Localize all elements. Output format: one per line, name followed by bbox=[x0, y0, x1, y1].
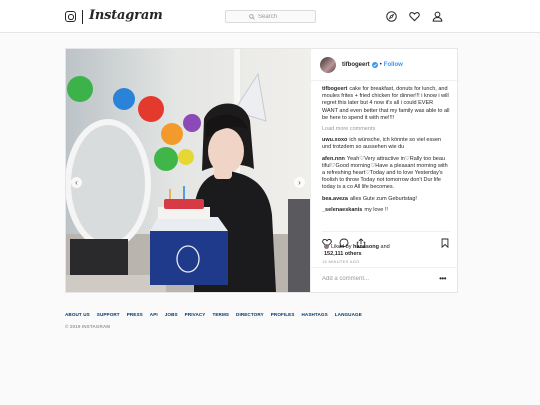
next-photo-arrow[interactable]: › bbox=[294, 177, 305, 188]
footer-link-hashtags[interactable]: HASHTAGS bbox=[302, 312, 328, 317]
birthday-photo-image bbox=[66, 49, 310, 292]
search-box[interactable] bbox=[225, 10, 316, 23]
comment-username[interactable]: bea.aveza bbox=[322, 196, 348, 202]
list-item: _selenaeskanis my love !! bbox=[322, 207, 450, 213]
caption: tifbogeert cake for breakfast, donuts for… bbox=[322, 86, 450, 122]
list-item: uwu.xoxo ich wünsche, ich könnte so viel … bbox=[322, 137, 450, 151]
caption-username[interactable]: tifbogeert bbox=[322, 86, 347, 92]
post-card: ‹ › tifbogeert • Follow tifbogeert cake f… bbox=[65, 48, 459, 293]
post-sidebar: tifbogeert • Follow tifbogeert cake for b… bbox=[310, 49, 459, 292]
comment-text: alles Gute zum Geburtstag! bbox=[350, 195, 417, 202]
load-more-comments-link[interactable]: Load more comments bbox=[322, 126, 450, 133]
post-photo[interactable]: ‹ › bbox=[66, 49, 310, 292]
follow-button[interactable]: Follow bbox=[384, 62, 403, 68]
add-comment-input[interactable] bbox=[322, 276, 422, 282]
bookmark-icon[interactable] bbox=[440, 238, 450, 248]
instagram-wordmark[interactable]: Instagram bbox=[89, 8, 163, 23]
footer-link-language[interactable]: LANGUAGE bbox=[335, 312, 362, 317]
comment-username[interactable]: uwu.xoxo bbox=[322, 137, 347, 143]
liker-avatar bbox=[324, 244, 329, 249]
list-item: bea.aveza alles Gute zum Geburtstag! bbox=[322, 196, 450, 203]
footer-link-terms[interactable]: TERMS bbox=[212, 312, 229, 317]
footer-link-profiles[interactable]: PROFILES bbox=[271, 312, 295, 317]
separator-dot: • bbox=[379, 61, 382, 68]
verified-badge-icon bbox=[371, 61, 378, 68]
search-input[interactable] bbox=[258, 13, 292, 20]
comment-username[interactable]: _selenaeskanis bbox=[322, 207, 362, 213]
footer-link-api[interactable]: API bbox=[150, 312, 158, 317]
footer-link-jobs[interactable]: JOBS bbox=[165, 312, 178, 317]
footer-link-support[interactable]: SUPPORT bbox=[97, 312, 120, 317]
instagram-camera-icon[interactable] bbox=[65, 11, 76, 22]
avatar[interactable] bbox=[320, 56, 336, 73]
footer-link-directory[interactable]: DIRECTORY bbox=[236, 312, 264, 317]
comments-list: tifbogeert cake for breakfast, donuts for… bbox=[322, 86, 450, 230]
footer-link-press[interactable]: PRESS bbox=[127, 312, 143, 317]
post-header: tifbogeert • Follow bbox=[311, 49, 459, 81]
comment-username[interactable]: afen.nnn bbox=[322, 156, 345, 162]
footer-links: ABOUT US SUPPORT PRESS API JOBS PRIVACY … bbox=[65, 312, 362, 317]
liked-by-username[interactable]: hanasong bbox=[353, 244, 379, 250]
footer-link-privacy[interactable]: PRIVACY bbox=[185, 312, 206, 317]
search-icon bbox=[249, 13, 255, 20]
compass-icon[interactable] bbox=[386, 11, 397, 22]
likes-prefix: Liked by bbox=[331, 244, 352, 250]
more-options-icon[interactable]: ••• bbox=[439, 274, 446, 283]
logo-divider bbox=[82, 10, 83, 24]
likes-summary[interactable]: Liked by hanasong and 152,111 others bbox=[324, 244, 390, 258]
footer-link-about-us[interactable]: ABOUT US bbox=[65, 312, 90, 317]
add-comment-bar: ••• bbox=[311, 267, 458, 292]
post-action-bar bbox=[322, 231, 450, 248]
top-navigation-bar: Instagram bbox=[0, 0, 540, 33]
profile-icon[interactable] bbox=[432, 11, 443, 22]
list-item: afen.nnn Yeah♡Very attractive in♡Rally to… bbox=[322, 156, 450, 192]
post-timestamp[interactable]: 15 MINUTES AGO bbox=[322, 259, 360, 264]
likes-and: and bbox=[380, 244, 390, 250]
likes-count[interactable]: 152,111 others bbox=[324, 251, 362, 257]
previous-photo-arrow[interactable]: ‹ bbox=[71, 177, 82, 188]
comment-text: my love !! bbox=[364, 206, 388, 213]
heart-icon[interactable] bbox=[409, 11, 420, 22]
copyright-notice: © 2019 INSTAGRAM bbox=[65, 324, 111, 329]
post-username[interactable]: tifbogeert bbox=[342, 62, 370, 68]
